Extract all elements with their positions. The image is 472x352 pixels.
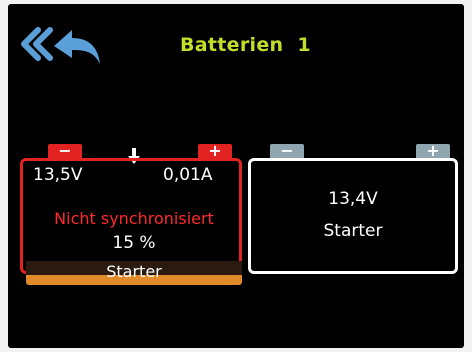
- back-arrow-icon: [21, 27, 100, 64]
- battery-2-voltage: 13,4V: [328, 189, 378, 209]
- sync-status: Nicht synchronisiert: [54, 209, 214, 228]
- battery-1-voltage: 13,5V: [33, 165, 83, 185]
- title-label: Batterien: [180, 34, 284, 56]
- battery-count: 1: [297, 34, 311, 56]
- battery-2-card[interactable]: − + 13,4V Starter: [248, 143, 464, 274]
- charge-bar: Starter: [26, 261, 242, 285]
- back-button[interactable]: [14, 24, 106, 68]
- battery-1-current: 0,01A: [163, 165, 213, 185]
- battery-1-body: 13,5V 0,01A Nicht synchronisiert 15 % St…: [20, 158, 242, 285]
- display-screen: Batterien 1 − + 13,5V 0,01A Nicht synchro…: [8, 4, 464, 348]
- battery-1-name: Starter: [106, 262, 162, 281]
- battery-2-body: 13,4V Starter: [248, 158, 458, 274]
- charge-percent: 15 %: [112, 233, 156, 253]
- page-title: Batterien 1: [180, 34, 311, 56]
- battery-1-card[interactable]: − + 13,5V 0,01A Nicht synchronisiert 15 …: [20, 143, 242, 285]
- battery-2-name: Starter: [323, 221, 383, 241]
